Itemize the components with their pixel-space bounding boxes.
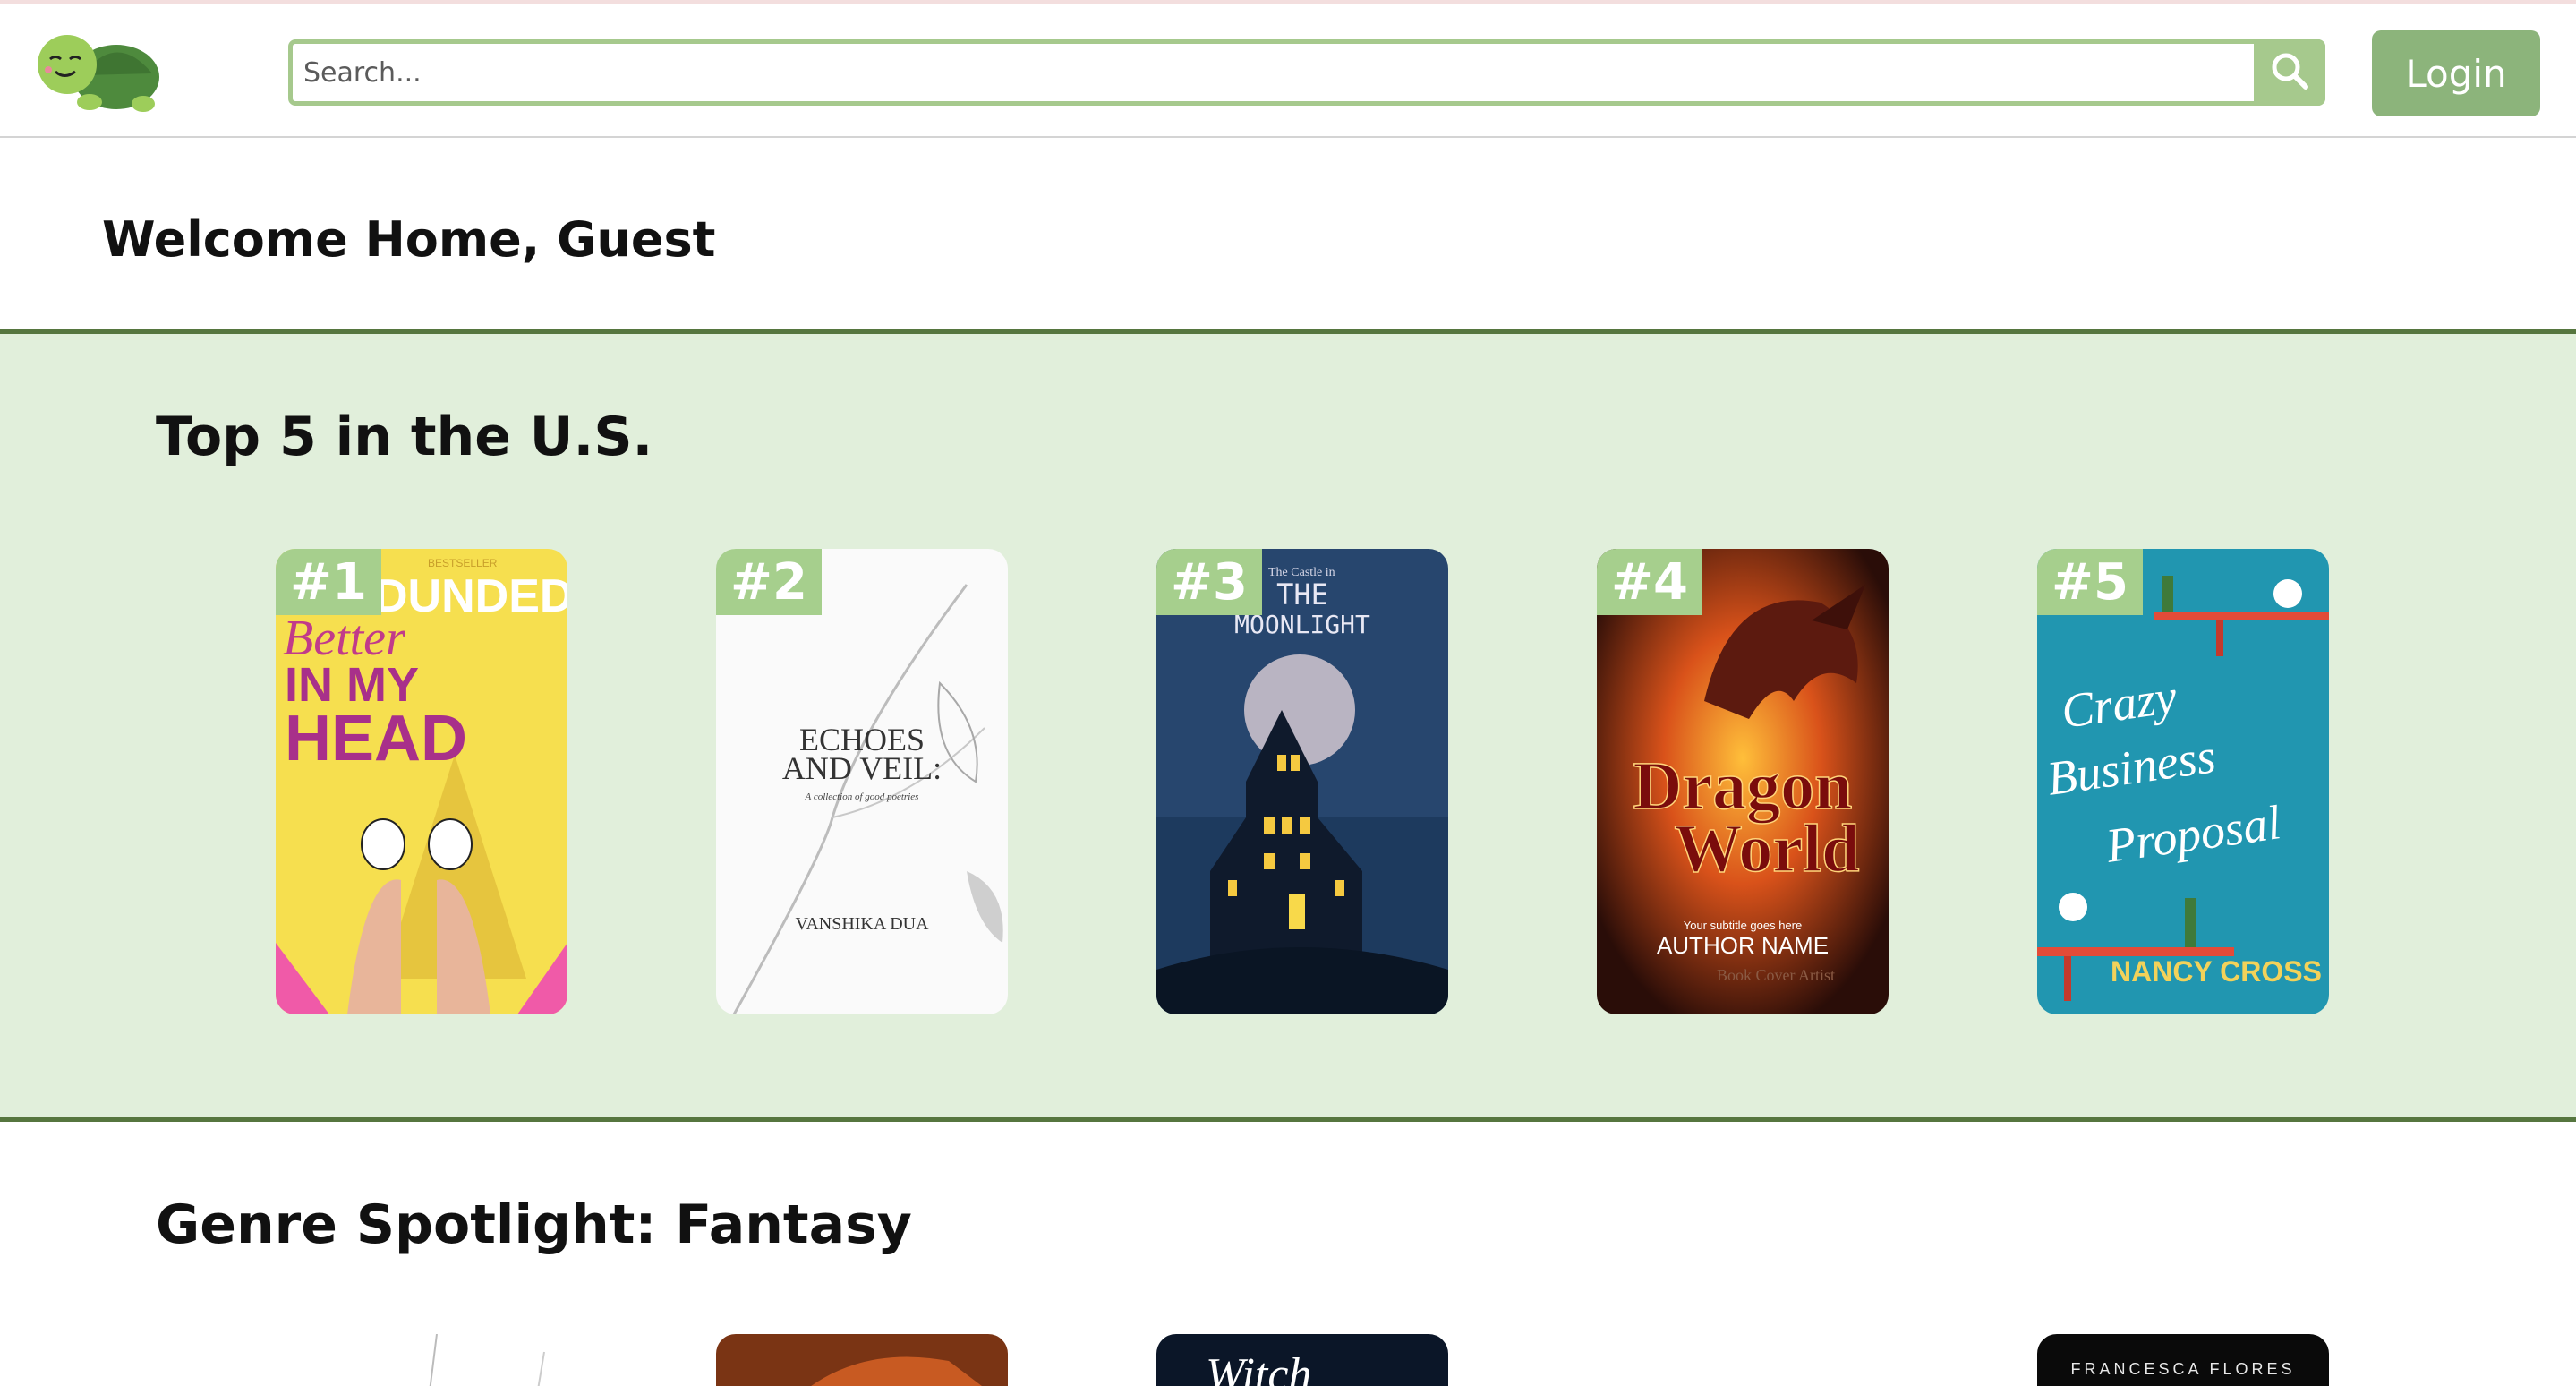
rank-badge-1: #1	[276, 549, 381, 615]
book-card-4[interactable]: Dragon World Your subtitle goes here AUT…	[1597, 549, 1889, 1014]
search-input[interactable]	[303, 51, 2094, 94]
header: Login	[0, 4, 2576, 138]
welcome-heading: Welcome Home, Guest	[102, 211, 716, 268]
book2-author: VANSHIKA DUA	[795, 914, 929, 934]
spotlight-book3-title: Witch	[1206, 1349, 1311, 1386]
book1-badge-text: BESTSELLER	[428, 557, 498, 569]
turtle-logo-icon[interactable]	[27, 21, 161, 120]
book-card-1[interactable]: BESTSELLER DUNDED Better IN MY HEAD #1	[276, 549, 567, 1014]
search-icon	[2270, 51, 2309, 94]
book2-title-line2: AND VEIL:	[782, 750, 942, 786]
page: Login Welcome Home, Guest Top 5 in the U…	[0, 0, 2576, 1386]
book5-author: NANCY CROSS	[2111, 955, 2322, 988]
rank-badge-3: #3	[1156, 549, 1262, 615]
book4-author: AUTHOR NAME	[1657, 932, 1829, 959]
search-bar	[288, 39, 2325, 106]
book4-title-line2: World	[1675, 811, 1860, 886]
book-card-2[interactable]: ECHOES AND VEIL: A collection of good po…	[716, 549, 1008, 1014]
spotlight-book-3[interactable]: Witch	[1156, 1334, 1448, 1386]
top5-title: Top 5 in the U.S.	[156, 406, 653, 468]
spotlight-book5-author: FRANCESCA FLORES	[2070, 1360, 2295, 1378]
book4-subtitle: Your subtitle goes here	[1684, 919, 1803, 932]
top5-section: Top 5 in the U.S. BESTSELLER DUNDED Bett…	[0, 329, 2576, 1122]
rank-badge-4: #4	[1597, 549, 1702, 615]
book1-title-line4: HEAD	[285, 703, 467, 774]
search-button[interactable]	[2254, 39, 2325, 106]
rank-badge-5: #5	[2037, 549, 2143, 615]
book4-artist: Book Cover Artist	[1717, 966, 1835, 984]
book2-subtitle: A collection of good poetries	[805, 791, 919, 802]
book-card-3[interactable]: The Castle in THE MOONLIGHT #3	[1156, 549, 1448, 1014]
spotlight-book-5[interactable]: FRANCESCA FLORES	[2037, 1334, 2329, 1386]
spotlight-title: Genre Spotlight: Fantasy	[156, 1194, 912, 1256]
login-button[interactable]: Login	[2372, 30, 2540, 116]
book3-title-line1: THE	[1276, 578, 1328, 612]
spotlight-book-2[interactable]	[716, 1334, 1008, 1386]
rank-badge-2: #2	[716, 549, 822, 615]
book-card-5[interactable]: Crazy Business Proposal NANCY CROSS #5	[2037, 549, 2329, 1014]
spotlight-book-1[interactable]	[276, 1334, 567, 1386]
